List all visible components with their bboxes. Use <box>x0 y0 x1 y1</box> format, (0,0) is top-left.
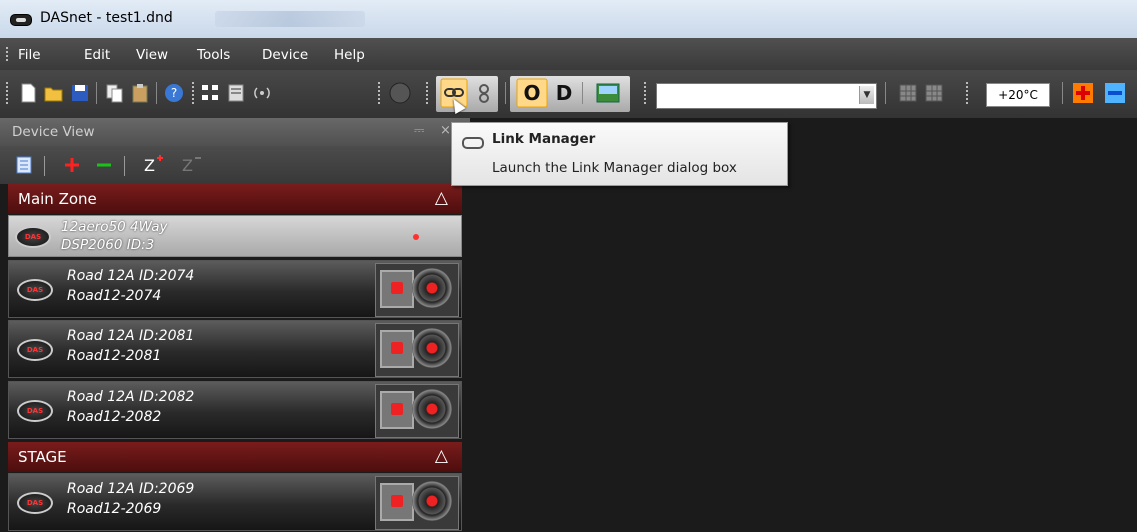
chevron-down-icon[interactable]: ▼ <box>859 86 874 104</box>
das-logo-icon: DAS <box>17 339 53 361</box>
toolbar-separator <box>96 82 97 104</box>
device-item[interactable]: DAS Road 12A ID:2074 Road12-2074 <box>8 260 462 318</box>
toolbar: ? O D ▼ +20°C <box>0 70 1137 118</box>
separator <box>44 156 45 176</box>
increase-temp-icon[interactable] <box>1072 82 1094 104</box>
device-id: Road12-2074 <box>67 288 162 304</box>
remove-icon[interactable] <box>94 155 114 175</box>
new-file-icon[interactable] <box>18 82 38 104</box>
zone-header-stage[interactable]: STAGE △ <box>8 442 462 472</box>
toolbar-separator <box>885 82 886 104</box>
collapse-icon[interactable]: △ <box>435 188 448 208</box>
grid-view-alt-icon[interactable] <box>924 82 944 104</box>
menu-bar: File Edit View Tools Device Help <box>0 38 1137 70</box>
menu-view[interactable]: View <box>136 47 168 63</box>
record-circle-icon[interactable] <box>388 82 412 104</box>
speaker-icon <box>375 263 459 317</box>
toolbar-separator <box>1062 82 1063 104</box>
online-mode-icon[interactable]: O <box>516 78 548 108</box>
speaker-icon <box>375 323 459 377</box>
title-bar: DASnet - test1.dnd <box>0 0 1137 38</box>
link-manager-tooltip: Link Manager Launch the Link Manager dia… <box>451 122 788 186</box>
device-id: Road12-2081 <box>67 348 162 364</box>
device-name: Road 12A ID:2082 <box>67 389 195 405</box>
copy-icon[interactable] <box>104 82 124 104</box>
das-logo-icon: DAS <box>17 279 53 301</box>
menu-edit[interactable]: Edit <box>84 47 110 63</box>
tooltip-description: Launch the Link Manager dialog box <box>492 160 737 176</box>
link-icon <box>462 137 484 149</box>
image-icon[interactable] <box>596 82 620 104</box>
device-item[interactable]: DAS 12aero50 4Way DSP2060 ID:3 <box>8 215 462 257</box>
app-icon <box>10 14 32 26</box>
save-icon[interactable] <box>70 82 90 104</box>
separator <box>124 156 125 176</box>
zone-header-main[interactable]: Main Zone △ <box>8 184 462 214</box>
remove-zone-icon[interactable]: Z <box>180 153 202 175</box>
das-logo-icon: DAS <box>17 492 53 514</box>
device-list-icon[interactable] <box>226 82 246 104</box>
help-icon[interactable]: ? <box>164 82 184 104</box>
device-item[interactable]: DAS Road 12A ID:2069 Road12-2069 <box>8 473 462 531</box>
device-name: Road 12A ID:2074 <box>67 268 195 284</box>
add-zone-icon[interactable]: Z <box>142 153 164 175</box>
speaker-icon <box>375 476 459 530</box>
svg-text:?: ? <box>171 86 177 100</box>
toolbar-separator <box>582 82 583 104</box>
toolbar-grip <box>192 82 196 104</box>
add-icon[interactable] <box>62 155 82 175</box>
device-name: Road 12A ID:2081 <box>67 328 195 344</box>
device-view-header: Device View ⎓ × <box>0 118 470 146</box>
svg-text:O: O <box>523 81 540 105</box>
device-name: Road 12A ID:2069 <box>67 481 195 497</box>
toolbar-grip <box>378 82 382 104</box>
toolbar-grip <box>644 82 648 104</box>
panel-title: Device View <box>12 124 95 140</box>
device-item[interactable]: DAS Road 12A ID:2082 Road12-2082 <box>8 381 462 439</box>
blurred-region <box>215 11 365 27</box>
pin-icon[interactable]: ⎓ <box>414 123 424 138</box>
toolbar-grip <box>426 82 430 104</box>
speaker-icon <box>375 384 459 438</box>
svg-text:D: D <box>556 81 573 105</box>
list-view-icon[interactable] <box>14 155 34 175</box>
grid-view-icon[interactable] <box>898 82 918 104</box>
device-id: Road12-2069 <box>67 501 162 517</box>
device-combo[interactable]: ▼ <box>656 83 877 109</box>
wireless-icon[interactable] <box>252 82 272 104</box>
svg-text:Z: Z <box>182 156 193 175</box>
device-id: Road12-2082 <box>67 409 162 425</box>
menu-help[interactable]: Help <box>334 47 365 63</box>
window-title: DASnet - test1.dnd <box>40 10 173 26</box>
open-folder-icon[interactable] <box>44 82 64 104</box>
unlink-icon[interactable] <box>474 82 494 104</box>
menu-grip <box>6 47 11 61</box>
menu-file[interactable]: File <box>18 47 41 63</box>
das-logo-icon: DAS <box>15 226 51 248</box>
device-item[interactable]: DAS Road 12A ID:2081 Road12-2081 <box>8 320 462 378</box>
tooltip-title: Link Manager <box>492 131 596 147</box>
device-view-toolbar: Z Z <box>0 146 470 184</box>
status-dot-icon <box>413 234 419 240</box>
offline-mode-icon[interactable]: D <box>552 78 576 108</box>
svg-text:Z: Z <box>144 156 155 175</box>
toolbar-grip <box>966 82 970 104</box>
close-icon[interactable]: × <box>440 123 451 138</box>
device-id: DSP2060 ID:3 <box>61 237 155 253</box>
device-name: 12aero50 4Way <box>61 219 168 235</box>
menu-tools[interactable]: Tools <box>197 47 230 63</box>
paste-icon[interactable] <box>130 82 150 104</box>
toolbar-separator <box>505 82 506 104</box>
das-logo-icon: DAS <box>17 400 53 422</box>
menu-device[interactable]: Device <box>262 47 308 63</box>
network-tree-icon[interactable] <box>200 82 220 104</box>
temperature-field[interactable]: +20°C <box>986 83 1050 107</box>
zone-name: Main Zone <box>18 190 97 208</box>
toolbar-separator <box>156 82 157 104</box>
zone-name: STAGE <box>18 448 67 466</box>
toolbar-grip <box>6 82 10 104</box>
collapse-icon[interactable]: △ <box>435 446 448 466</box>
decrease-temp-icon[interactable] <box>1104 82 1126 104</box>
